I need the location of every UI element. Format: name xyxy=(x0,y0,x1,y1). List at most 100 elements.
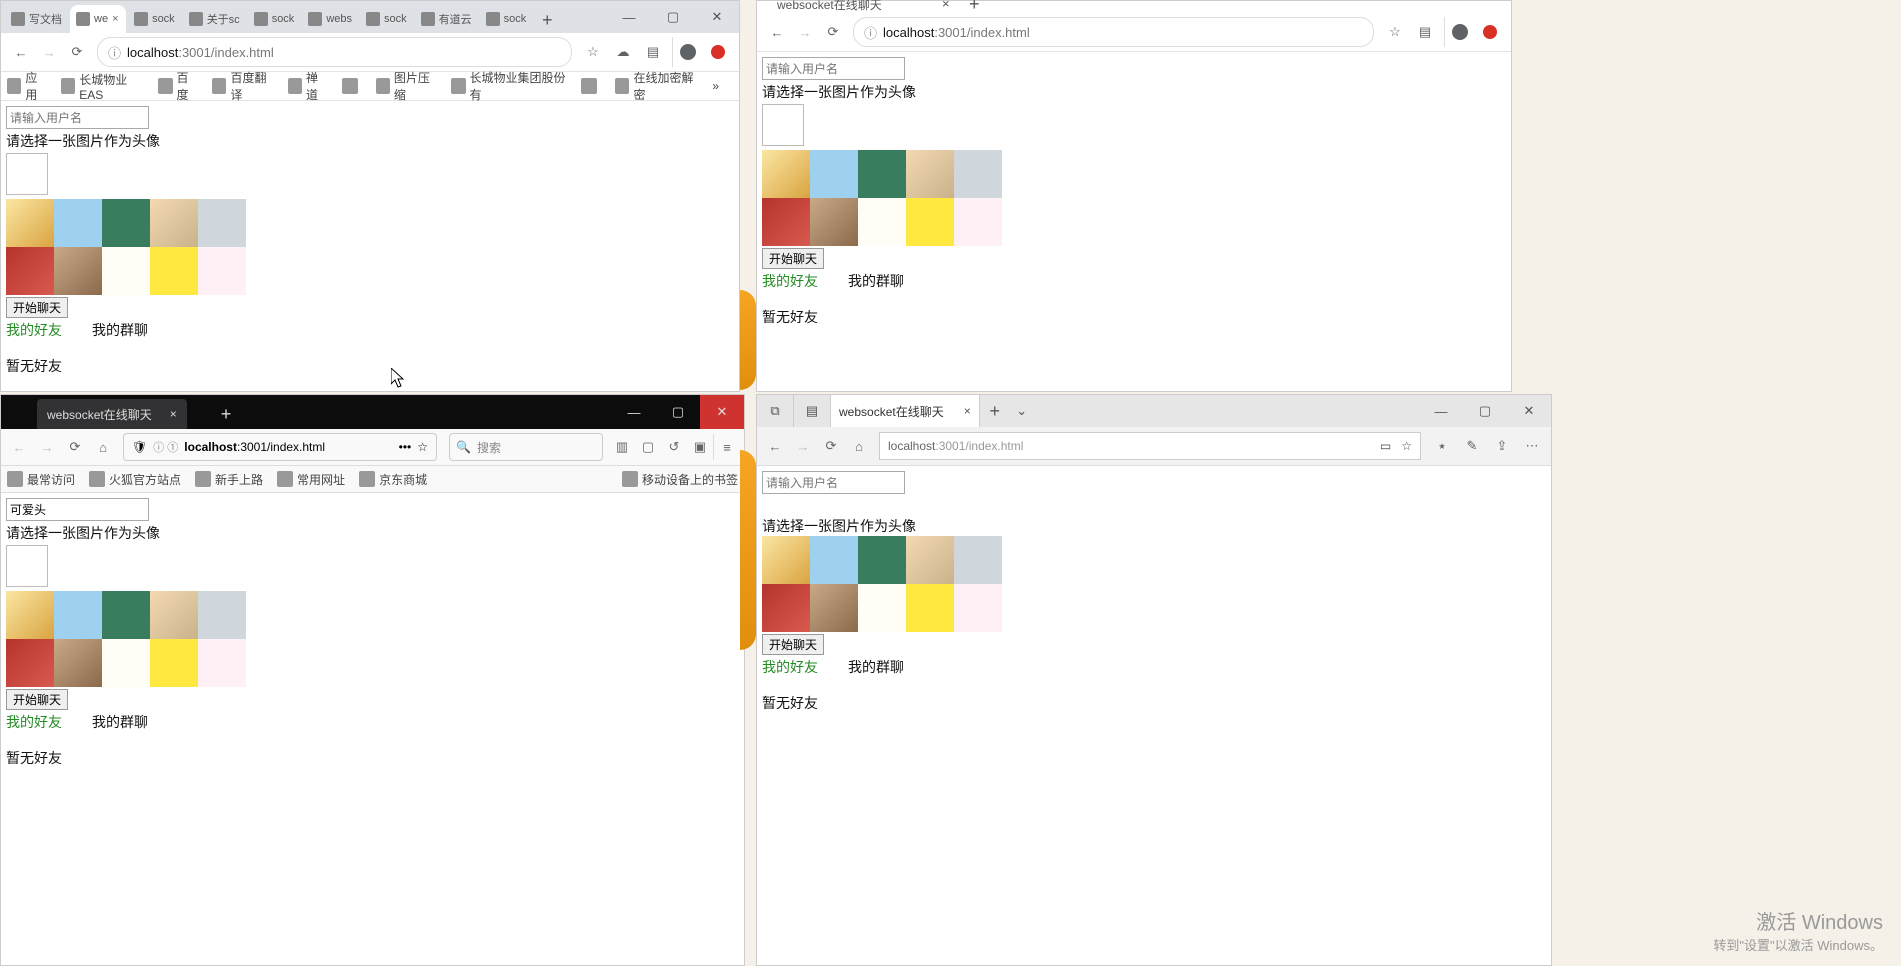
avatar-option[interactable] xyxy=(906,150,954,198)
url-input[interactable]: ⓘ localhost:3001/index.html xyxy=(97,37,572,67)
new-tab-button[interactable]: + xyxy=(534,7,560,33)
share-icon[interactable]: ⇪ xyxy=(1487,431,1517,461)
avatar-option[interactable] xyxy=(54,591,102,639)
qr-icon[interactable]: ▤ xyxy=(1410,17,1440,47)
tab[interactable]: 有道云 xyxy=(415,5,478,33)
avatar-option[interactable] xyxy=(102,247,150,295)
star-icon[interactable]: ☆ xyxy=(1401,439,1412,453)
tab[interactable]: sock xyxy=(480,5,533,33)
tab-groups[interactable]: 我的群聊 xyxy=(848,273,904,289)
avatar-option[interactable] xyxy=(810,198,858,246)
close-button[interactable]: ✕ xyxy=(1507,395,1551,427)
reading-view-icon[interactable]: ▭ xyxy=(1380,439,1391,453)
avatar-option[interactable] xyxy=(150,199,198,247)
avatar-option[interactable] xyxy=(102,591,150,639)
new-tab-button[interactable]: + xyxy=(969,0,980,15)
minimize-button[interactable]: — xyxy=(1419,395,1463,427)
avatar-option[interactable] xyxy=(198,199,246,247)
avatar-option[interactable] xyxy=(906,198,954,246)
search-input[interactable]: 🔍搜索 xyxy=(449,433,603,461)
extension-icon[interactable] xyxy=(1475,17,1505,47)
username-input[interactable] xyxy=(6,106,149,129)
avatar-option[interactable] xyxy=(906,584,954,632)
menu-icon[interactable]: ≡ xyxy=(713,434,740,460)
close-icon[interactable]: × xyxy=(942,0,950,11)
bookmark[interactable]: 百度翻译 xyxy=(212,69,274,103)
avatar-option[interactable] xyxy=(954,150,1002,198)
library-icon[interactable]: ▥ xyxy=(609,434,635,460)
avatar-option[interactable] xyxy=(858,536,906,584)
back-button[interactable]: ← xyxy=(761,432,789,460)
forward-button[interactable]: → xyxy=(789,432,817,460)
bookmark[interactable] xyxy=(342,78,362,94)
avatar-option[interactable] xyxy=(762,198,810,246)
back-button[interactable]: ← xyxy=(7,38,35,66)
username-input[interactable] xyxy=(6,498,149,521)
username-input[interactable] xyxy=(762,57,905,80)
avatar-option[interactable] xyxy=(198,639,246,687)
forward-button[interactable]: → xyxy=(791,18,819,46)
back-button[interactable]: ← xyxy=(763,18,791,46)
avatar-option[interactable] xyxy=(954,584,1002,632)
bookmark-mobile[interactable]: 移动设备上的书签 xyxy=(622,471,738,488)
profile-icon[interactable] xyxy=(672,37,703,67)
tab-friends[interactable]: 我的好友 xyxy=(6,322,62,338)
maximize-button[interactable]: ▢ xyxy=(656,395,700,429)
avatar-option[interactable] xyxy=(762,536,810,584)
start-chat-button[interactable]: 开始聊天 xyxy=(762,634,824,655)
extension-icon[interactable] xyxy=(703,37,733,67)
close-icon[interactable]: × xyxy=(964,404,971,418)
avatar-option[interactable] xyxy=(6,247,54,295)
star-icon[interactable]: ☆ xyxy=(578,37,608,67)
avatar-option[interactable] xyxy=(954,536,1002,584)
bookmark[interactable]: 长城物业集团股份有 xyxy=(451,69,567,103)
forward-button[interactable]: → xyxy=(33,433,61,461)
avatar-option[interactable] xyxy=(198,591,246,639)
tab-groups[interactable]: 我的群聊 xyxy=(92,322,148,338)
tab-groups[interactable]: 我的群聊 xyxy=(92,714,148,730)
avatar-option[interactable] xyxy=(810,584,858,632)
reload-button[interactable]: ⟳ xyxy=(819,18,847,46)
site-info-icon[interactable]: ⓘ xyxy=(864,23,877,42)
avatar-option[interactable] xyxy=(762,584,810,632)
bookmarks-overflow[interactable]: » xyxy=(712,79,719,93)
bookmark[interactable]: 常用网址 xyxy=(277,471,345,488)
sync-icon[interactable]: ↺ xyxy=(661,434,687,460)
tab[interactable]: sock xyxy=(360,5,413,33)
tab[interactable]: sock xyxy=(128,5,181,33)
bookmark[interactable] xyxy=(581,78,601,94)
new-tab-button[interactable]: + xyxy=(980,396,1010,426)
avatar-option[interactable] xyxy=(6,199,54,247)
avatar-option[interactable] xyxy=(906,536,954,584)
avatar-option[interactable] xyxy=(858,584,906,632)
close-button[interactable]: ✕ xyxy=(700,395,744,429)
bookmark[interactable]: 火狐官方站点 xyxy=(89,471,181,488)
avatar-option[interactable] xyxy=(858,198,906,246)
tab-friends[interactable]: 我的好友 xyxy=(6,714,62,730)
site-info-icon[interactable]: ⓘ xyxy=(108,43,121,62)
tab[interactable]: 关于sc xyxy=(183,5,246,33)
bookmark[interactable]: 图片压缩 xyxy=(376,69,438,103)
bookmark[interactable]: 长城物业EAS xyxy=(61,71,144,102)
set-aside-button[interactable]: ▤ xyxy=(794,395,831,427)
tab[interactable]: 写文档 xyxy=(5,5,68,33)
shield-icon[interactable]: 🛡 xyxy=(132,440,147,454)
avatar-option[interactable] xyxy=(858,150,906,198)
avatar-option[interactable] xyxy=(54,639,102,687)
bookmark[interactable]: 新手上路 xyxy=(195,471,263,488)
bookmark[interactable]: 应用 xyxy=(7,69,47,103)
username-input[interactable] xyxy=(762,471,905,494)
sidebar-icon[interactable]: ▢ xyxy=(635,434,661,460)
avatar-option[interactable] xyxy=(198,247,246,295)
avatar-option[interactable] xyxy=(810,150,858,198)
reload-button[interactable]: ⟳ xyxy=(63,38,91,66)
tab[interactable]: webs xyxy=(302,5,358,33)
bookmark[interactable]: 禅道 xyxy=(288,69,328,103)
avatar-option[interactable] xyxy=(954,198,1002,246)
start-chat-button[interactable]: 开始聊天 xyxy=(762,248,824,269)
star-icon[interactable]: ☆ xyxy=(417,440,428,454)
chevron-down-icon[interactable]: ⌄ xyxy=(1010,403,1034,419)
site-info-icon[interactable]: ⓘ ① xyxy=(153,439,178,455)
avatar-option[interactable] xyxy=(150,247,198,295)
back-button[interactable]: ← xyxy=(5,433,33,461)
